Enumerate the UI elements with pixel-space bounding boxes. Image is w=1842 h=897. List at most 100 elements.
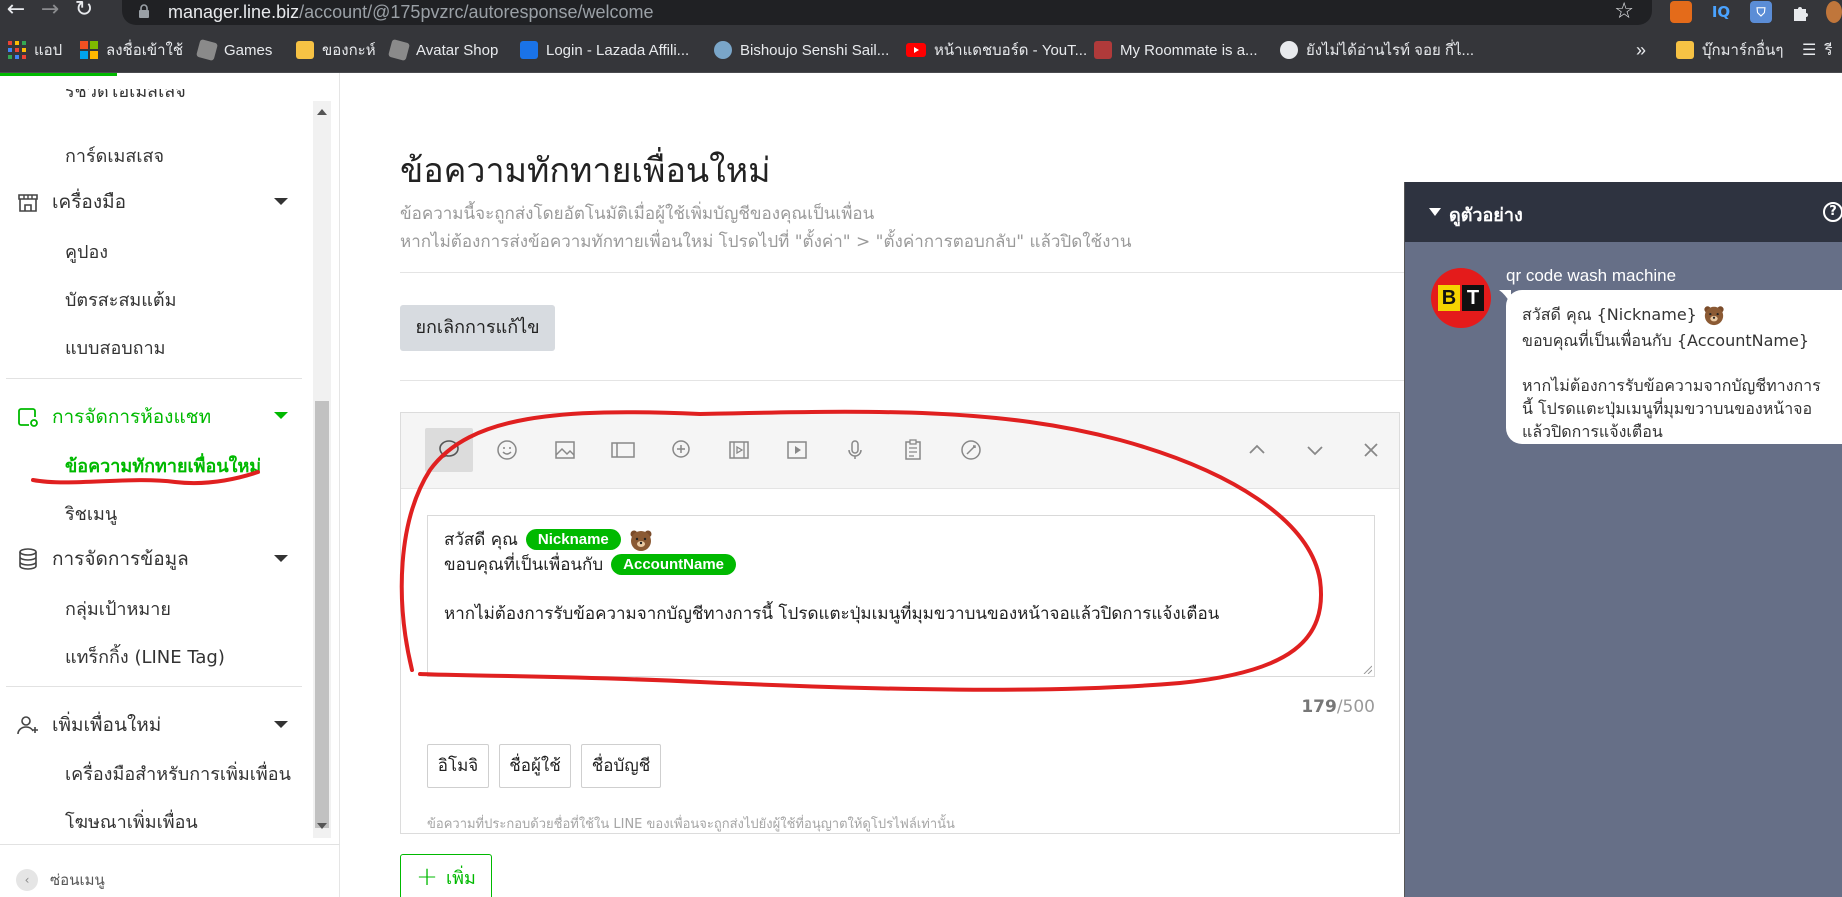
nickname-chip[interactable]: Nickname [525,529,621,550]
page-description-2: หากไม่ต้องการส่งข้อความทักทายเพื่อนใหม่ … [400,232,1132,252]
sidebar: ริชวิดีโอเมสเสจ การ์ดเมสเสจ เครื่องมือ ค… [0,73,340,897]
resize-handle-icon[interactable] [1362,664,1372,674]
insert-account-name-button[interactable]: ชื่อบัญชี [581,744,661,788]
bookmark-star-icon[interactable]: ☆ [1614,0,1634,24]
bookmark-sailor-moon[interactable]: Bishoujo Senshi Sail... [714,39,889,61]
profile-avatar[interactable] [1826,1,1842,23]
url-text: manager.line.biz/account/@175pvzrc/autor… [168,2,654,22]
bookmark-lazada[interactable]: Login - Lazada Affili... [520,39,689,61]
browser-toolbar: ← → ↻ manager.line.biz/account/@175pvzrc… [0,0,1842,25]
sidebar-section-tools[interactable]: เครื่องมือ [16,187,126,217]
bookmark-apps[interactable]: แอป [8,39,62,61]
sidebar-item-survey[interactable]: แบบสอบถาม [65,333,166,362]
sidebar-item-rich-menu[interactable]: ริชเมนู [65,499,117,528]
puzzle-icon[interactable] [1790,1,1812,23]
help-icon[interactable]: ? [1823,202,1842,222]
card-message-icon[interactable] [599,428,647,472]
image-icon[interactable] [541,428,589,472]
microsoft-icon [80,41,98,59]
preview-panel: ดูตัวอย่าง ? B T qr code wash machine สว… [1404,182,1842,897]
preview-message-bubble: สวัสดี คุณ {Nickname} ขอบคุณที่เป็นเพื่อ… [1506,290,1842,444]
chevron-down-icon[interactable] [274,721,288,728]
sidebar-item-reward-card[interactable]: บัตรสะสมแต้ม [65,285,176,314]
brown-bear-emoji-icon [630,530,652,551]
address-bar[interactable]: manager.line.biz/account/@175pvzrc/autor… [122,0,1652,25]
store-icon [18,194,38,212]
sidebar-section-data[interactable]: การจัดการข้อมูล [16,544,189,574]
forward-icon[interactable]: → [36,0,64,25]
bookmarks-bar: แอป ลงชื่อเข้าใช้ Games ของกะห์ Avatar S… [0,25,1842,73]
divider [6,378,302,379]
add-message-button[interactable]: + เพิ่ม [400,854,492,897]
message-line: สวัสดี คุณ Nickname [444,526,653,553]
chevron-down-icon[interactable] [274,198,288,205]
page-description-1: ข้อความนี้จะถูกส่งโดยอัตโนมัติเมื่อผู้ใช… [400,204,875,224]
scrollbar-thumb[interactable] [315,401,329,828]
sidebar-section-add-friends[interactable]: เพิ่มเพื่อนใหม่ [16,710,161,740]
reload-icon[interactable]: ↻ [70,0,98,25]
sidebar-scrollbar[interactable] [313,101,331,838]
insert-emoji-button[interactable]: อิโมจิ [427,744,489,788]
text-message-icon[interactable] [425,428,473,472]
insert-username-button[interactable]: ชื่อผู้ใช้ [499,744,571,788]
cancel-edit-button[interactable]: ยกเลิกการแก้ไข [400,305,555,351]
divider [0,844,340,845]
sidebar-item-friend-tools[interactable]: เครื่องมือสำหรับการเพิ่มเพื่อน [65,759,291,788]
back-icon[interactable]: ← [2,0,30,25]
scroll-up-icon[interactable] [317,109,327,115]
message-editor: สวัสดี คุณ Nickname ขอบคุณที่เป็นเพื่อนก… [400,412,1400,834]
coupon-icon[interactable] [657,428,705,472]
bookmarks-overflow[interactable]: » [1636,39,1646,61]
sidebar-item-welcome-message[interactable]: ข้อความทักทายเพื่อนใหม่ [65,451,261,480]
bubble-line: สวัสดี คุณ {Nickname} [1522,302,1842,328]
other-bookmarks[interactable]: บุ๊กมาร์กอื่นๆ [1676,39,1783,61]
bookmark-globe[interactable]: ยังไม่ได้อ่านไรท์ จอย กี่ไ... [1280,39,1474,61]
chevron-down-icon[interactable] [274,412,288,419]
roblox-icon [387,38,411,62]
username-note: ข้อความที่ประกอบด้วยชื่อที่ใช้ใน LINE ขอ… [427,817,955,832]
survey-icon[interactable] [889,428,937,472]
bookmark-youtube[interactable]: หน้าแดชบอร์ด - YouT... [906,39,1087,61]
bookmark-avatar-shop[interactable]: Avatar Shop [387,38,498,62]
bookmark-roommate[interactable]: My Roommate is a... [1094,39,1258,61]
move-down-icon[interactable] [1291,428,1339,472]
preview-header[interactable]: ดูตัวอย่าง ? [1405,182,1842,242]
sidebar-item-card-message[interactable]: การ์ดเมสเสจ [65,141,164,170]
scroll-down-icon[interactable] [317,823,327,829]
sidebar-item-tracking[interactable]: แทร็กกิ้ง (LINE Tag) [65,642,225,671]
iq-extension-icon[interactable]: IQ [1710,1,1732,23]
account-name-chip[interactable]: AccountName [611,554,736,575]
sticker-icon[interactable] [483,428,531,472]
sidebar-item-coupon[interactable]: คูปอง [65,237,108,266]
collapse-triangle-icon[interactable] [1429,208,1441,216]
lazada-icon [520,41,538,59]
roblox-icon [195,38,219,62]
reading-list[interactable]: ☰ รี [1802,39,1832,61]
sidebar-item-audience[interactable]: กลุ่มเป้าหมาย [65,594,171,623]
sidebar-item-rich-video[interactable]: ริชวิดีโอเมสเสจ [65,89,186,103]
bookmark-games[interactable]: Games [195,38,272,62]
extension-icon[interactable] [1670,1,1692,23]
message-line: ขอบคุณที่เป็นเพื่อนกับ AccountName [444,551,736,578]
bookmark-folder[interactable]: ของกะห์ [296,39,376,61]
site-icon [714,41,732,59]
microphone-icon[interactable] [831,428,879,472]
lock-icon [139,4,149,18]
sidebar-section-chat[interactable]: การจัดการห้องแชท [16,402,211,432]
chevron-down-icon[interactable] [274,555,288,562]
bubble-tail [1499,290,1511,304]
reward-card-icon[interactable] [947,428,995,472]
hide-menu-button[interactable]: ‹ ซ่อนเมนู [16,868,105,892]
message-textarea[interactable]: สวัสดี คุณ Nickname ขอบคุณที่เป็นเพื่อนก… [427,515,1375,677]
close-icon[interactable] [1347,428,1395,472]
bookmark-signin[interactable]: ลงชื่อเข้าใช้ [80,39,183,61]
account-avatar: B T [1431,268,1491,328]
sidebar-item-friend-ads[interactable]: โฆษณาเพิ่มเพื่อน [65,807,198,836]
page-title: ข้อความทักทายเพื่อนใหม่ [400,151,771,191]
video-icon[interactable] [773,428,821,472]
rich-video-icon[interactable] [715,428,763,472]
message-line: หากไม่ต้องการรับข้อความจากบัญชีทางการนี้… [444,604,1220,624]
divider [400,272,1500,273]
shield-extension-icon[interactable]: ⛉ [1750,1,1772,23]
move-up-icon[interactable] [1233,428,1281,472]
